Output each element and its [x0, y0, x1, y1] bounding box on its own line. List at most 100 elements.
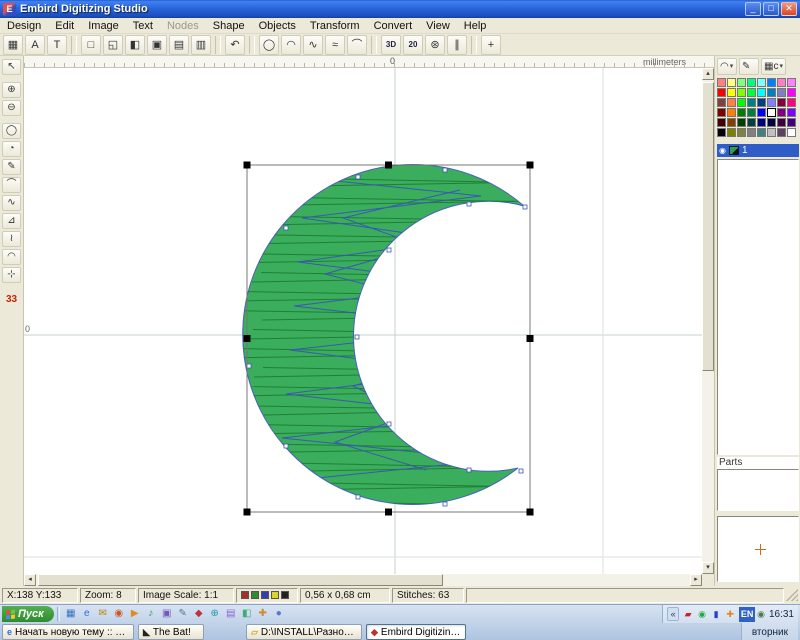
arc-shape-button[interactable]: ◠ — [281, 35, 301, 55]
palette-color-17[interactable] — [727, 98, 736, 107]
stitch-node[interactable] — [387, 248, 391, 252]
palette-color-12[interactable] — [757, 88, 766, 97]
vertical-scrollbar[interactable]: ▴ ▾ — [702, 68, 714, 574]
palette-color-3[interactable] — [747, 78, 756, 87]
palette-color-4[interactable] — [757, 78, 766, 87]
design-manager-button[interactable]: ▦ — [3, 35, 23, 55]
hscroll-track[interactable] — [36, 574, 690, 586]
menu-transform[interactable]: Transform — [303, 19, 367, 33]
show-desktop-icon[interactable]: ▦ — [63, 607, 79, 622]
volume-tray-icon[interactable]: ◉ — [695, 609, 709, 620]
export-file-button[interactable]: ▤ — [169, 35, 189, 55]
palette-color-34[interactable] — [737, 118, 746, 127]
tray-chevron[interactable]: « — [667, 607, 679, 621]
media-player-icon[interactable]: ◉ — [111, 607, 127, 622]
menu-view[interactable]: View — [419, 19, 457, 33]
menu-objects[interactable]: Objects — [252, 19, 303, 33]
palette-color-15[interactable] — [787, 88, 796, 97]
palette-color-11[interactable] — [747, 88, 756, 97]
utility-2-icon[interactable]: ◧ — [239, 607, 255, 622]
palette-color-33[interactable] — [727, 118, 736, 127]
messenger-icon[interactable]: ◆ — [191, 607, 207, 622]
lettering-button[interactable]: A — [25, 35, 45, 55]
select-tool-button[interactable]: ↖ — [2, 59, 21, 75]
palette-color-25[interactable] — [727, 108, 736, 117]
palette-color-31[interactable] — [787, 108, 796, 117]
horizontal-scrollbar[interactable]: ◂ ▸ — [24, 574, 702, 586]
selection-handle[interactable] — [385, 509, 392, 516]
stitch-node[interactable] — [356, 175, 360, 179]
documents-icon[interactable]: ▣ — [159, 607, 175, 622]
menu-convert[interactable]: Convert — [367, 19, 420, 33]
palette-color-1[interactable] — [727, 78, 736, 87]
palette-color-9[interactable] — [727, 88, 736, 97]
scroll-left-arrow[interactable]: ◂ — [24, 574, 36, 586]
selection-handle[interactable] — [244, 335, 251, 342]
scroll-up-arrow[interactable]: ▴ — [702, 68, 714, 80]
taskbar-task-2[interactable]: ▱D:\INSTALL\Разное\Embird — [246, 624, 362, 640]
palette-color-46[interactable] — [777, 128, 786, 137]
design-canvas[interactable]: 0 — [24, 68, 702, 574]
open-file-button[interactable]: ◱ — [103, 35, 123, 55]
palette-color-36[interactable] — [757, 118, 766, 127]
palette-color-5[interactable] — [767, 78, 776, 87]
palette-color-16[interactable] — [717, 98, 726, 107]
print-button[interactable]: ▥ — [191, 35, 211, 55]
palette-color-42[interactable] — [737, 128, 746, 137]
dome-tool-button[interactable]: ◠ — [2, 249, 21, 265]
player-icon[interactable]: ▶ — [127, 607, 143, 622]
updates-tray-icon[interactable]: ✚ — [723, 609, 737, 620]
palette-color-35[interactable] — [747, 118, 756, 127]
palette-color-37[interactable] — [767, 118, 776, 127]
zoom-in-tool-button[interactable]: ⊕ — [2, 82, 21, 98]
palette-color-22[interactable] — [777, 98, 786, 107]
palette-color-47[interactable] — [787, 128, 796, 137]
triangle-tool-button[interactable]: ⊿ — [2, 213, 21, 229]
resize-grip[interactable] — [786, 589, 798, 601]
save-file-button[interactable]: ▣ — [147, 35, 167, 55]
layer-row-selected[interactable]: ◉ 1 — [717, 144, 799, 157]
snake-tool-button[interactable]: ≀ — [2, 231, 21, 247]
text-tool-button[interactable]: T — [47, 35, 67, 55]
palette-color-43[interactable] — [747, 128, 756, 137]
zigzag-shape-button[interactable]: ≈ — [325, 35, 345, 55]
palette-color-10[interactable] — [737, 88, 746, 97]
stitch-node[interactable] — [247, 364, 251, 368]
selection-handle[interactable] — [244, 162, 251, 169]
palette-color-44[interactable] — [757, 128, 766, 137]
start-button[interactable]: Пуск — [2, 606, 54, 622]
stitch-node[interactable] — [443, 168, 447, 172]
taskbar-task-1[interactable]: ◣The Bat! — [138, 624, 204, 640]
menu-design[interactable]: Design — [0, 19, 48, 33]
palette-color-0[interactable] — [717, 78, 726, 87]
node-edit-tool-button[interactable]: ⊹ — [2, 267, 21, 283]
center-design-button[interactable]: + — [481, 35, 501, 55]
palette-color-26[interactable] — [737, 108, 746, 117]
utility-1-icon[interactable]: ▤ — [223, 607, 239, 622]
pie-tool-button[interactable]: ◔ — [2, 141, 21, 157]
scroll-right-arrow[interactable]: ▸ — [690, 574, 702, 586]
stitch-node[interactable] — [467, 202, 471, 206]
split-view-button[interactable]: ∥ — [447, 35, 467, 55]
menu-nodes[interactable]: Nodes — [160, 19, 206, 33]
vscroll-track[interactable] — [702, 80, 714, 562]
stitch-node[interactable] — [443, 502, 447, 506]
notes-icon[interactable]: ✎ — [175, 607, 191, 622]
ellipse-shape-button[interactable]: ◯ — [259, 35, 279, 55]
menu-shape[interactable]: Shape — [206, 19, 252, 33]
hscroll-thumb[interactable] — [38, 574, 443, 586]
palette-color-20[interactable] — [757, 98, 766, 107]
palette-color-41[interactable] — [727, 128, 736, 137]
palette-color-45[interactable] — [767, 128, 776, 137]
stitch-node[interactable] — [519, 469, 523, 473]
open-design-button[interactable]: ◧ — [125, 35, 145, 55]
maximize-button[interactable]: □ — [763, 2, 779, 16]
palette-color-23[interactable] — [787, 98, 796, 107]
menu-edit[interactable]: Edit — [48, 19, 81, 33]
selection-handle[interactable] — [527, 162, 534, 169]
network-icon[interactable]: ⊕ — [207, 607, 223, 622]
palette-color-6[interactable] — [777, 78, 786, 87]
object-list[interactable] — [717, 159, 799, 455]
stitch-node[interactable] — [284, 226, 288, 230]
scroll-down-arrow[interactable]: ▾ — [702, 562, 714, 574]
